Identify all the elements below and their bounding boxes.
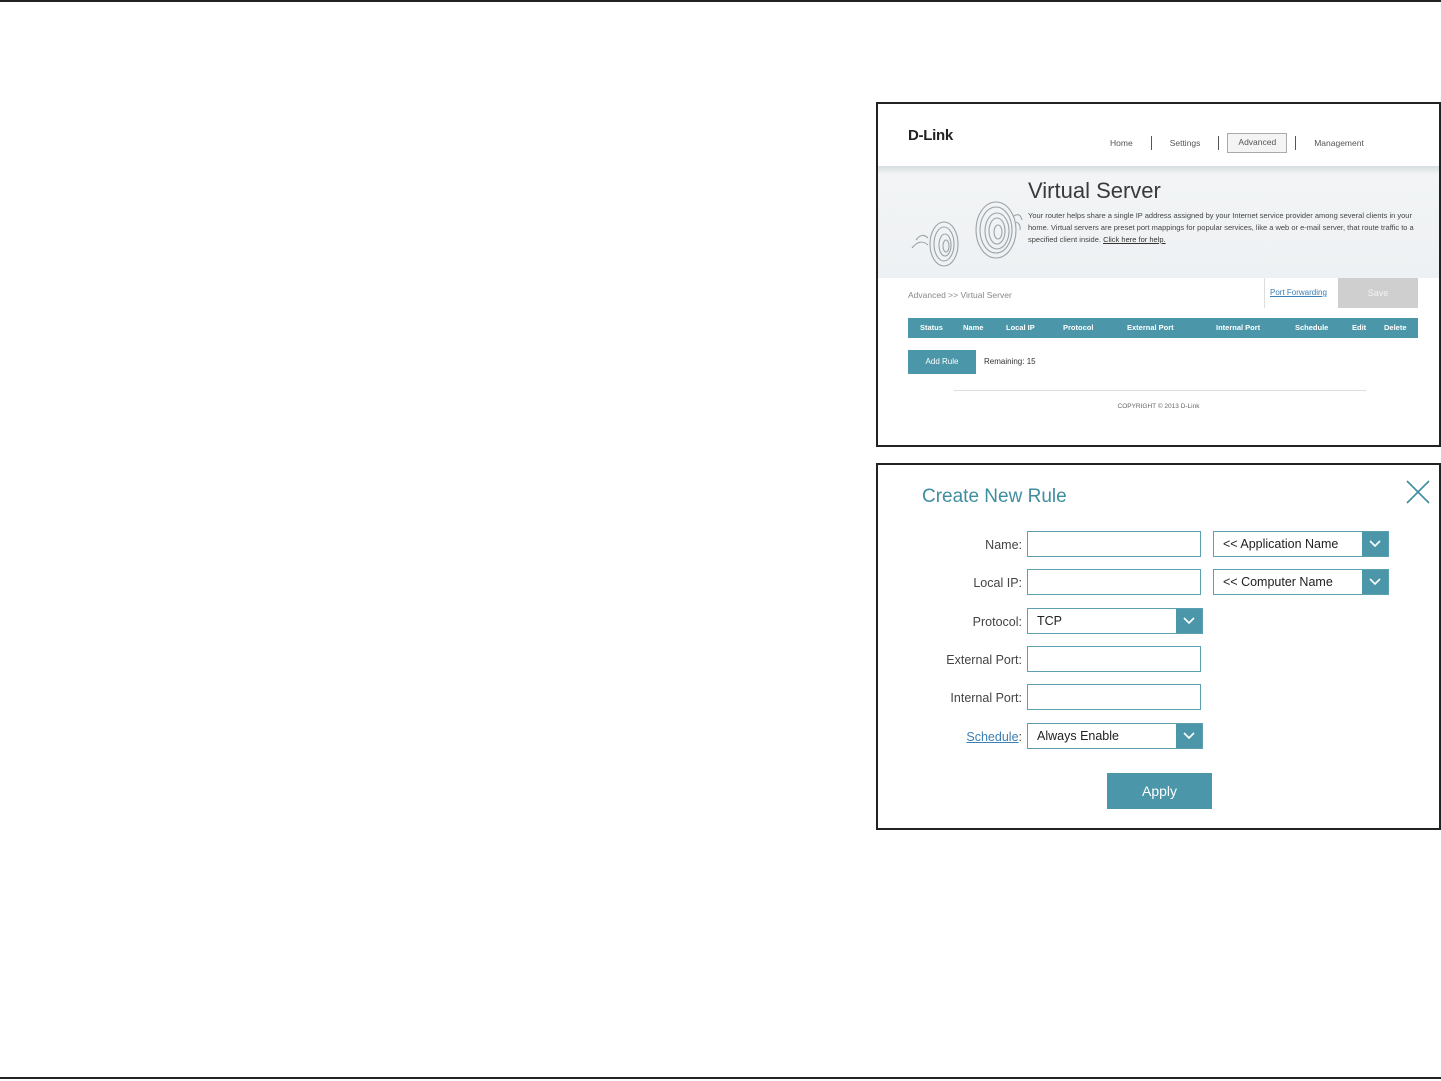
dlink-logo: D-Link: [908, 127, 953, 144]
application-name-value: << Application Name: [1223, 537, 1339, 551]
port-forwarding-link[interactable]: Port Forwarding: [1264, 278, 1332, 308]
name-label: Name:: [985, 538, 1022, 552]
close-icon[interactable]: [1405, 479, 1431, 505]
chevron-down-icon: [1183, 732, 1195, 740]
computer-name-select[interactable]: << Computer Name: [1213, 569, 1389, 595]
schedule-value: Always Enable: [1037, 729, 1119, 743]
dialog-title: Create New Rule: [922, 486, 1067, 507]
external-port-label: External Port:: [946, 653, 1022, 667]
breadcrumb-row: Advanced >> Virtual Server Port Forwardi…: [878, 278, 1439, 312]
page-description: Your router helps share a single IP addr…: [1028, 210, 1416, 246]
remaining-count: Remaining: 15: [984, 357, 1036, 366]
schedule-link[interactable]: Schedule: [966, 730, 1018, 744]
computer-dropdown-button[interactable]: [1362, 570, 1388, 594]
footer-divider: [954, 390, 1366, 391]
col-internal-port: Internal Port: [1216, 323, 1261, 332]
protocol-label: Protocol:: [972, 615, 1022, 629]
page-top-rule: [0, 0, 1441, 2]
internal-port-input[interactable]: [1027, 684, 1201, 710]
schedule-select[interactable]: Always Enable: [1027, 723, 1203, 749]
create-rule-dialog: Create New Rule Name: << Application Nam…: [876, 463, 1441, 830]
application-name-select[interactable]: << Application Name: [1213, 531, 1389, 557]
application-dropdown-button[interactable]: [1362, 532, 1388, 556]
breadcrumb: Advanced >> Virtual Server: [908, 290, 1012, 300]
chevron-down-icon: [1369, 578, 1381, 586]
name-input[interactable]: [1027, 531, 1201, 557]
nav-separator: [1150, 136, 1152, 150]
hero-banner: Virtual Server Your router helps share a…: [878, 166, 1439, 278]
internal-port-label: Internal Port:: [950, 691, 1022, 705]
nav-management[interactable]: Management: [1304, 134, 1374, 152]
virtual-server-screenshot: D-Link Home Settings Advanced Management: [876, 102, 1441, 447]
nav-home[interactable]: Home: [1100, 134, 1143, 152]
col-delete: Delete: [1384, 323, 1407, 332]
apply-button[interactable]: Apply: [1107, 773, 1212, 809]
schedule-dropdown-button[interactable]: [1176, 724, 1202, 748]
page-title: Virtual Server: [1028, 178, 1161, 203]
external-port-input[interactable]: [1027, 646, 1201, 672]
col-protocol: Protocol: [1063, 323, 1094, 332]
rules-table-header: Status Name Local IP Protocol External P…: [908, 318, 1418, 338]
col-local-ip: Local IP: [1006, 323, 1035, 332]
main-nav: Home Settings Advanced Management: [1100, 133, 1374, 153]
computer-name-value: << Computer Name: [1223, 575, 1333, 589]
top-bar: D-Link Home Settings Advanced Management: [878, 104, 1439, 166]
description-text: Your router helps share a single IP addr…: [1028, 211, 1414, 244]
page-bottom-rule: [0, 1077, 1441, 1079]
swirl-graphic: [911, 201, 1023, 267]
nav-settings[interactable]: Settings: [1160, 134, 1211, 152]
copyright: COPYRIGHT © 2013 D-Link: [1117, 403, 1200, 410]
protocol-select[interactable]: TCP: [1027, 608, 1203, 634]
protocol-dropdown-button[interactable]: [1176, 609, 1202, 633]
schedule-label: Schedule:: [878, 730, 1022, 744]
local-ip-input[interactable]: [1027, 569, 1201, 595]
nav-separator: [1218, 136, 1220, 150]
col-edit: Edit: [1352, 323, 1367, 332]
schedule-colon: :: [1018, 730, 1022, 744]
protocol-value: TCP: [1037, 614, 1062, 628]
chevron-down-icon: [1369, 540, 1381, 548]
nav-advanced[interactable]: Advanced: [1227, 133, 1288, 153]
col-status: Status: [920, 323, 943, 332]
nav-separator: [1295, 136, 1297, 150]
col-schedule: Schedule: [1295, 323, 1329, 332]
col-external-port: External Port: [1127, 323, 1174, 332]
save-button[interactable]: Save: [1338, 278, 1418, 308]
help-link[interactable]: Click here for help.: [1103, 235, 1166, 244]
local-ip-label: Local IP:: [973, 576, 1022, 590]
chevron-down-icon: [1183, 617, 1195, 625]
col-name: Name: [963, 323, 984, 332]
add-rule-button[interactable]: Add Rule: [908, 350, 976, 374]
